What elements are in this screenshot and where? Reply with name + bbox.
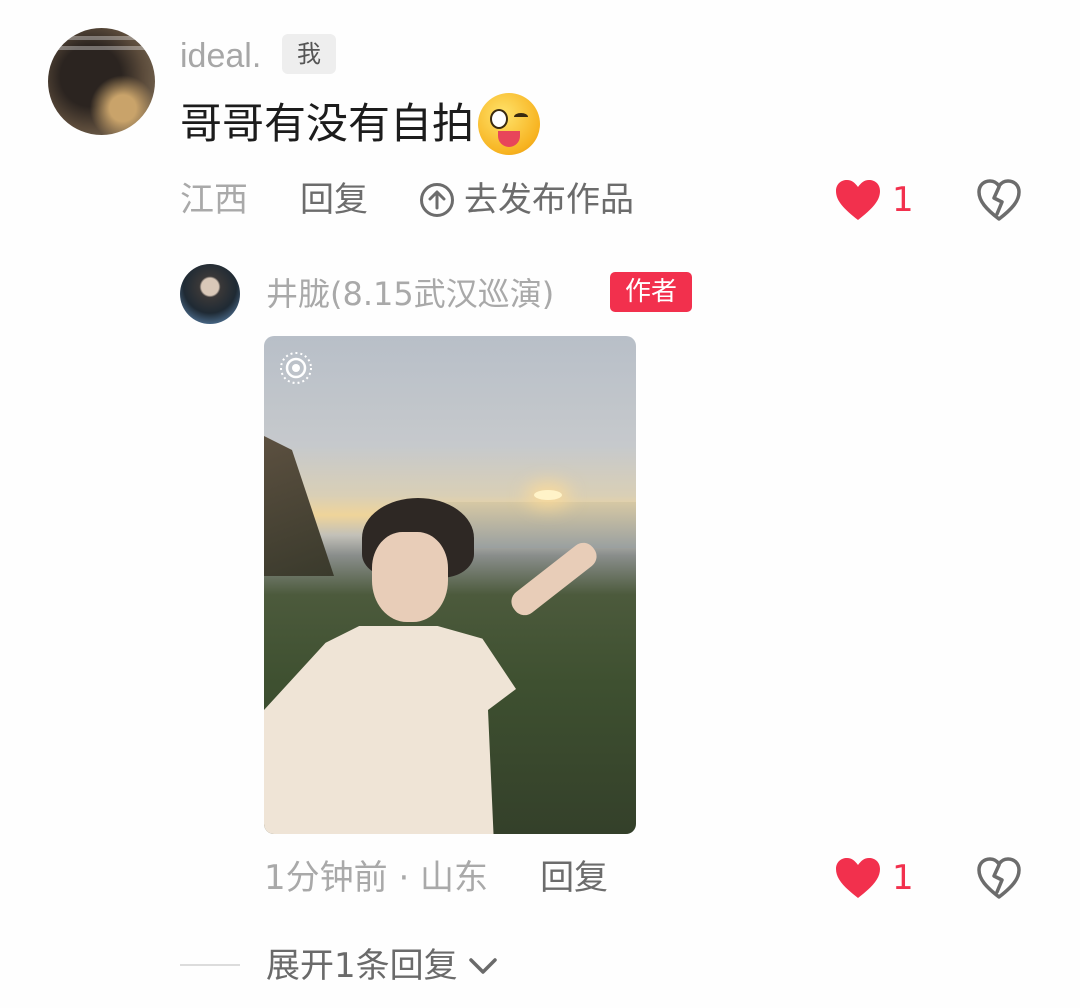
me-badge: 我 <box>282 34 336 74</box>
avatar[interactable] <box>48 28 155 135</box>
reply-dislike-button[interactable] <box>976 856 1022 904</box>
like-button[interactable]: 1 <box>834 178 914 222</box>
comment-thread: ideal. 我 哥哥有没有自拍 江西 回复 去发布作品 1 井胧(8.15武汉… <box>0 0 1080 1008</box>
live-photo-icon <box>280 352 312 384</box>
comment-meta-row: 江西 回复 去发布作品 <box>180 178 634 222</box>
reply-like-count: 1 <box>892 858 914 898</box>
reply-username[interactable]: 井胧(8.15武汉巡演) <box>266 272 554 316</box>
reply-like-button[interactable]: 1 <box>834 856 914 900</box>
reply-meta-row: 1分钟前 · 山东 回复 <box>264 856 660 900</box>
chevron-down-icon <box>468 958 497 974</box>
reply-time-location: 1分钟前 · 山东 <box>264 858 489 898</box>
heart-icon <box>836 180 880 220</box>
like-count: 1 <box>892 180 914 220</box>
upload-arrow-icon <box>420 183 454 217</box>
publish-work-label: 去发布作品 <box>464 180 634 220</box>
reply-button[interactable]: 回复 <box>300 178 368 222</box>
reply-avatar[interactable] <box>180 264 240 324</box>
divider <box>180 964 240 966</box>
publish-work-button[interactable]: 去发布作品 <box>420 178 634 222</box>
heart-icon <box>836 858 880 898</box>
author-badge: 作者 <box>610 272 692 312</box>
comment-text-content: 哥哥有没有自拍 <box>180 99 475 148</box>
reply-reply-button[interactable]: 回复 <box>540 856 608 900</box>
broken-heart-icon <box>977 857 1021 899</box>
comment-location: 江西 <box>180 180 248 220</box>
expand-replies-button[interactable]: 展开1条回复 <box>266 944 498 988</box>
expand-replies-label: 展开1条回复 <box>266 946 458 986</box>
reply-photo[interactable] <box>264 336 636 834</box>
dislike-button[interactable] <box>976 178 1022 226</box>
comment-text: 哥哥有没有自拍 <box>180 93 541 155</box>
comment-username[interactable]: ideal. <box>180 34 261 78</box>
broken-heart-icon <box>977 179 1021 221</box>
winking-tongue-emoji-icon <box>478 93 541 155</box>
